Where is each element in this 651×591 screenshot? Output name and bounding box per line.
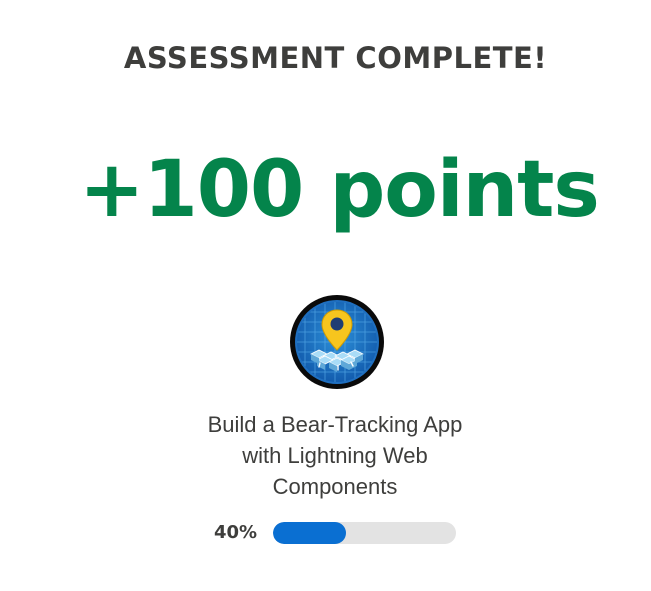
module-title-line: Components <box>272 474 398 499</box>
points-earned: +100 points <box>79 145 600 235</box>
progress-bar-track <box>273 522 456 544</box>
assessment-title: ASSESSMENT COMPLETE! <box>123 41 548 75</box>
module-progress: 40% <box>214 520 464 546</box>
bear-tracking-map-pin-badge-icon <box>289 294 385 390</box>
module-title-line: with Lightning Web <box>242 443 428 468</box>
progress-percent-label: 40% <box>214 522 258 543</box>
module-title: Build a Bear-Tracking App with Lightning… <box>185 409 485 502</box>
assessment-complete-card: ASSESSMENT COMPLETE! +100 points Build a… <box>0 0 651 591</box>
progress-bar-fill <box>273 522 347 544</box>
module-title-line: Build a Bear-Tracking App <box>207 412 463 437</box>
